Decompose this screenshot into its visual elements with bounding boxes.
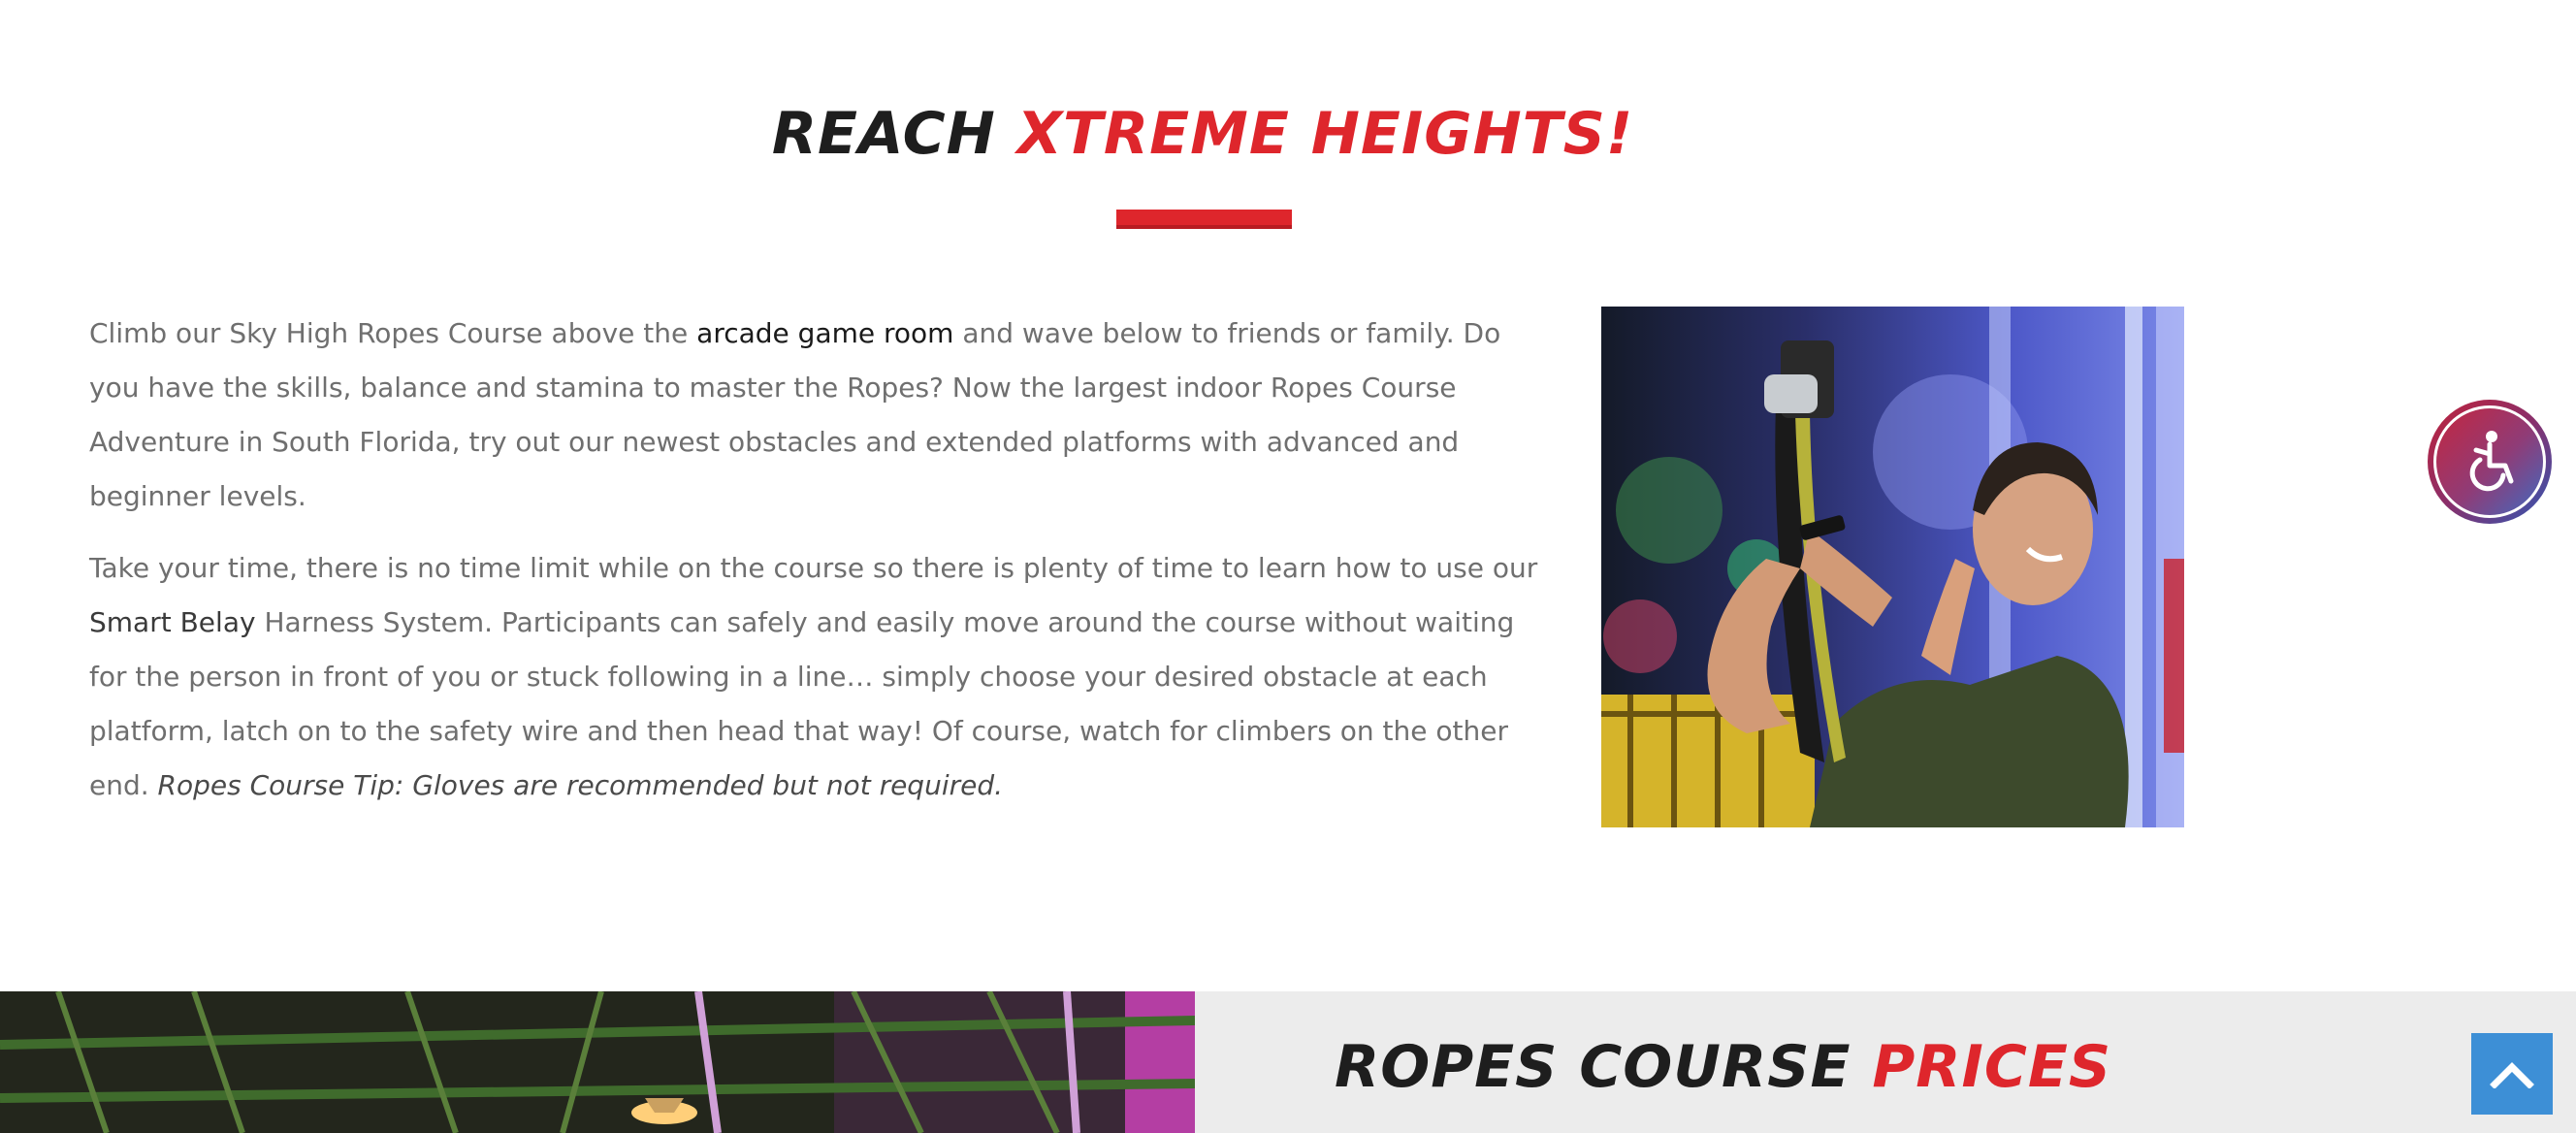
p1-text-start: Climb our Sky High Ropes Course above th… xyxy=(89,317,697,349)
back-to-top-button[interactable] xyxy=(2471,1033,2553,1115)
prices-title-main: ROPES COURSE xyxy=(1335,1033,1873,1101)
intro-paragraph-2: Take your time, there is no time limit w… xyxy=(89,541,1544,813)
title-accent: XTREME HEIGHTS! xyxy=(1016,100,1634,168)
page-title: REACH XTREME HEIGHTS! xyxy=(0,97,2405,171)
smart-belay-term: Smart Belay xyxy=(89,606,256,638)
ropes-course-photo xyxy=(1601,307,2184,827)
intro-paragraph-1: Climb our Sky High Ropes Course above th… xyxy=(89,307,1544,524)
ropes-course-tip: Ropes Course Tip: Gloves are recommended… xyxy=(157,769,1004,801)
intro-text: Climb our Sky High Ropes Course above th… xyxy=(89,307,1544,813)
prices-title-accent: PRICES xyxy=(1872,1033,2112,1101)
p2-text-start: Take your time, there is no time limit w… xyxy=(89,552,1538,584)
prices-title: ROPES COURSE PRICES xyxy=(1335,1030,2111,1104)
arcade-game-room-link[interactable]: arcade game room xyxy=(696,317,953,349)
chevron-up-icon xyxy=(2490,1062,2534,1088)
title-underline xyxy=(1116,210,1292,229)
ropes-course-ceiling-photo xyxy=(0,991,1195,1133)
wheelchair-icon xyxy=(2469,431,2514,492)
accessibility-button[interactable] xyxy=(2428,400,2552,524)
title-main: REACH xyxy=(771,100,1017,168)
